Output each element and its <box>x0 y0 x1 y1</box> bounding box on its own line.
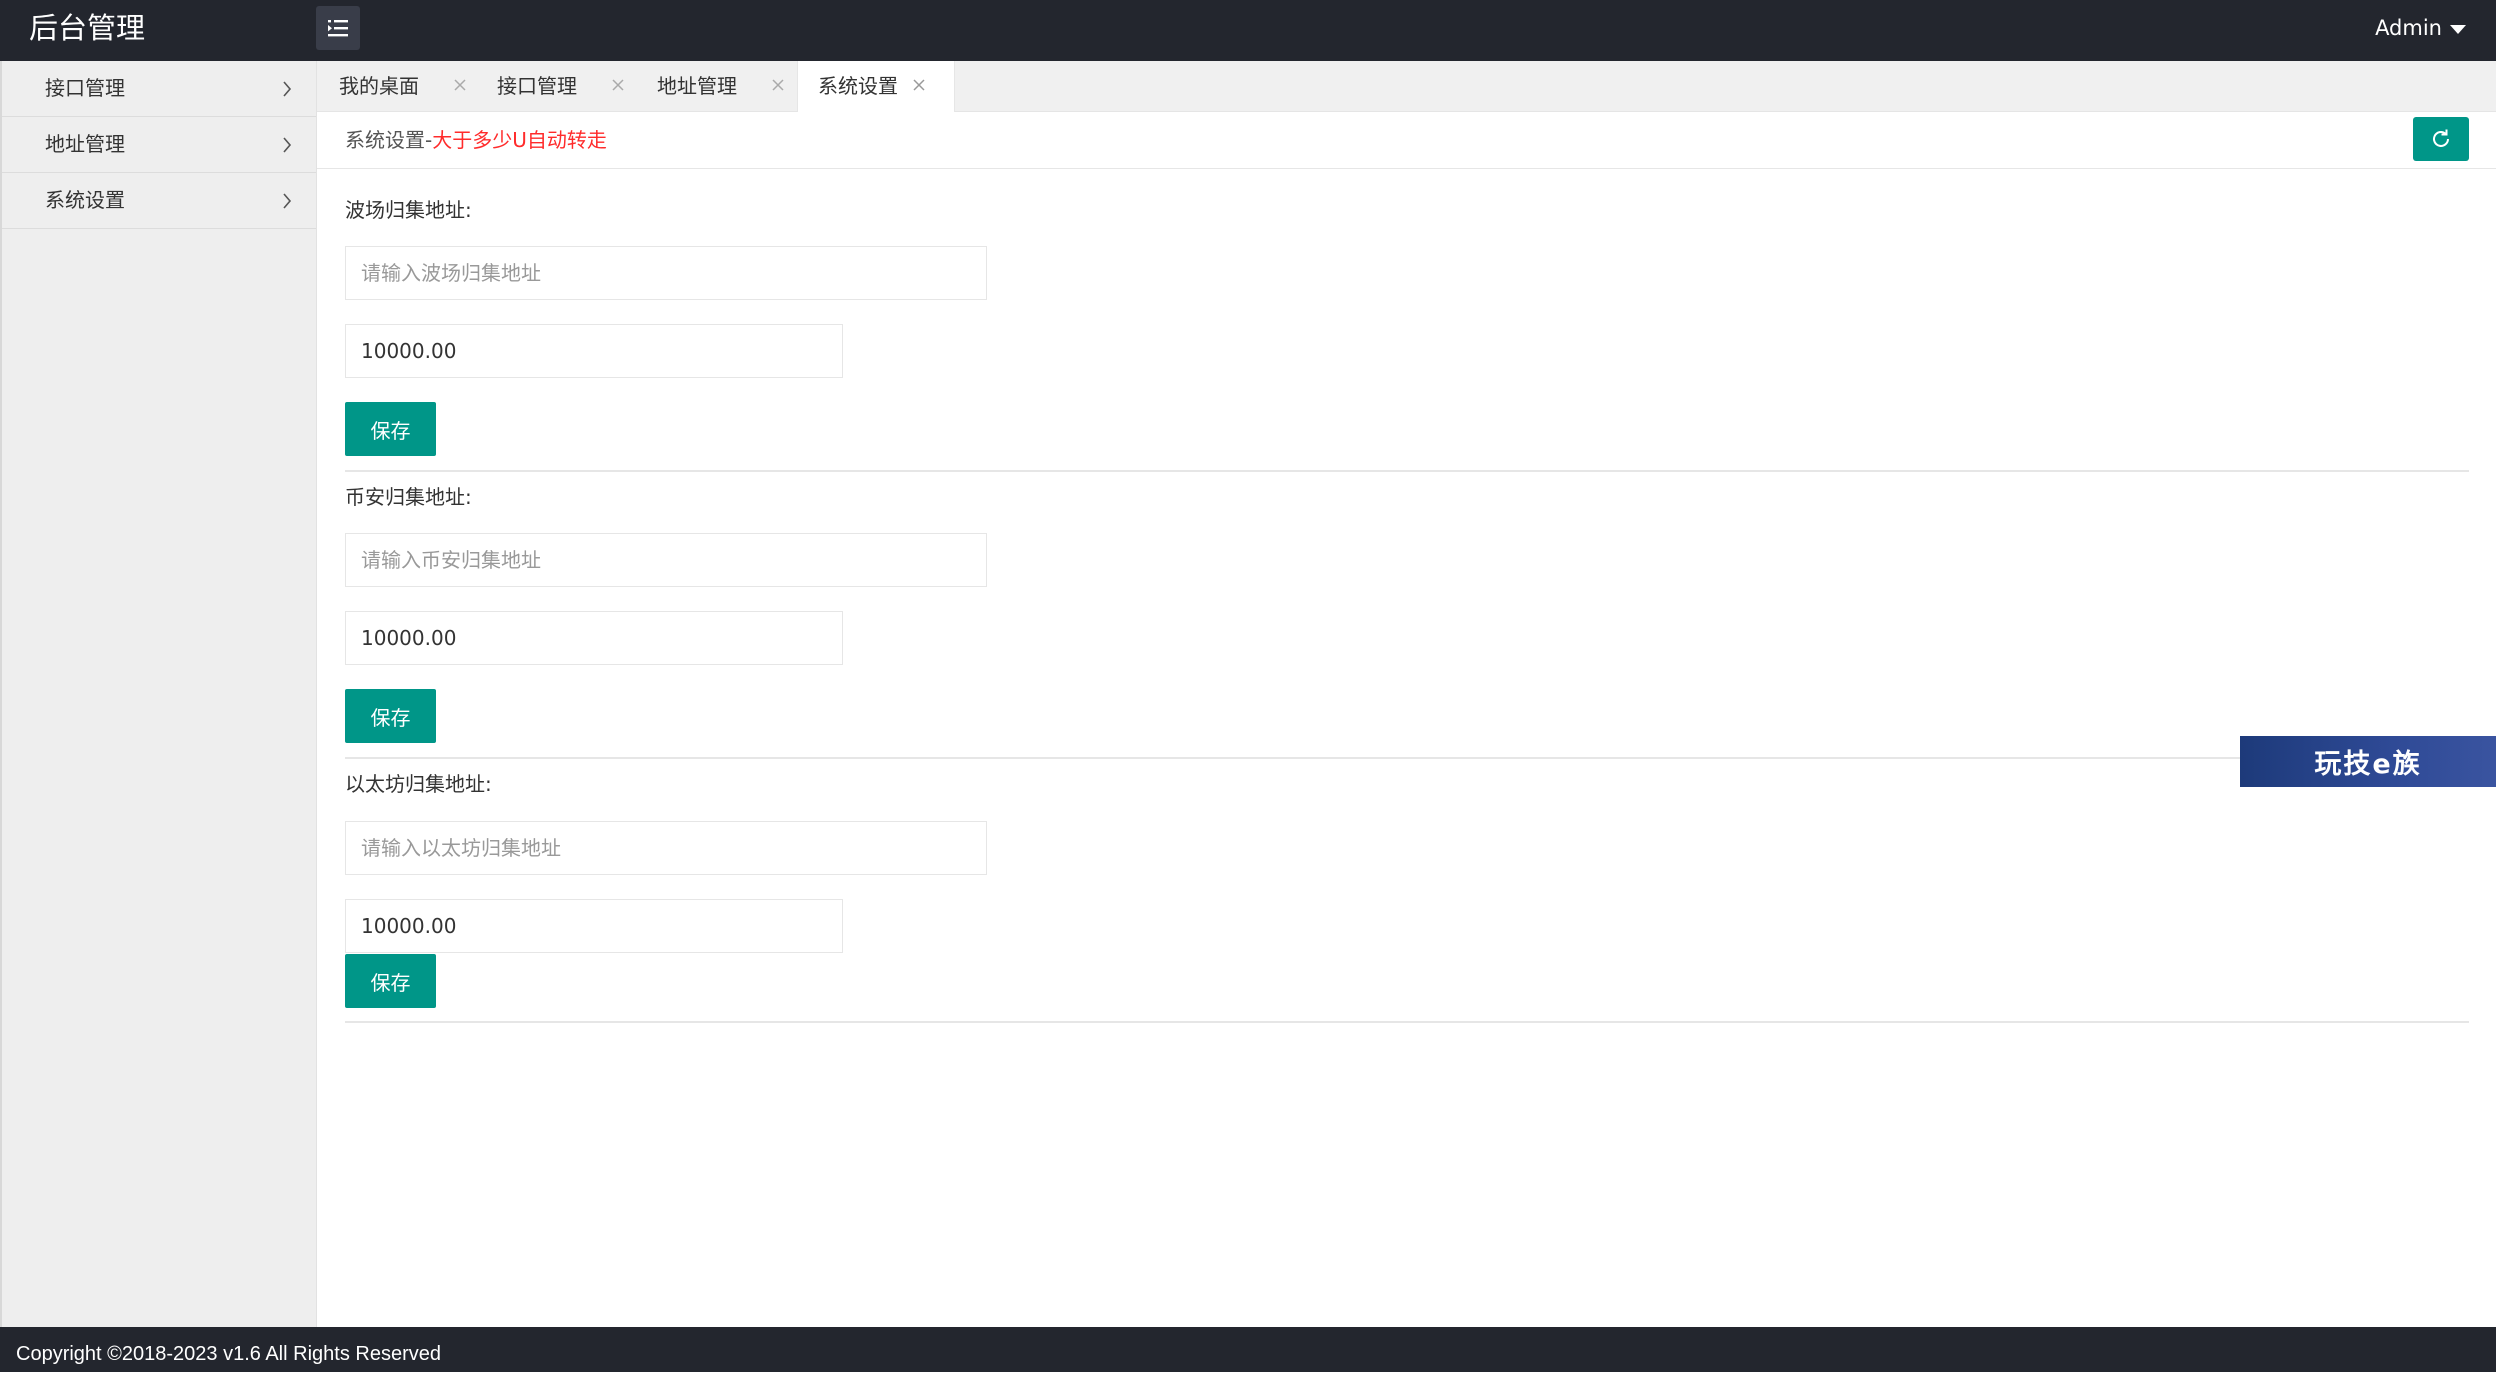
sidebar-item-address[interactable]: 地址管理 <box>2 117 316 173</box>
binance-amount-input[interactable] <box>345 611 843 665</box>
tab-label: 地址管理 <box>657 74 737 98</box>
section-divider <box>345 757 2469 759</box>
tab-desktop[interactable]: 我的桌面 <box>339 61 489 112</box>
caret-down-icon <box>2450 24 2466 34</box>
close-icon[interactable] <box>452 77 468 93</box>
section-divider <box>345 1021 2469 1023</box>
tron-address-input[interactable] <box>345 246 987 300</box>
watermark-badge[interactable]: 玩技e族 <box>2240 736 2496 787</box>
sidebar: 接口管理 地址管理 系统设置 <box>0 61 317 1327</box>
page-title-highlight: 大于多少U自动转走 <box>432 128 607 152</box>
binance-address-input[interactable] <box>345 533 987 587</box>
page-title-bar: 系统设置-大于多少U自动转走 <box>317 112 2496 169</box>
close-icon[interactable] <box>770 77 786 93</box>
tab-address[interactable]: 地址管理 <box>657 61 807 112</box>
badge-text: 玩技e族 <box>2314 749 2422 780</box>
footer: Copyright ©2018-2023 v1.6 All Rights Res… <box>0 1327 2496 1372</box>
binance-save-button[interactable]: 保存 <box>345 689 436 743</box>
sidebar-item-label: 系统设置 <box>45 188 125 212</box>
close-icon[interactable] <box>911 77 927 93</box>
tron-save-button[interactable]: 保存 <box>345 402 436 456</box>
page-title-prefix: 系统设置- <box>345 128 433 152</box>
tab-label: 接口管理 <box>497 74 577 98</box>
ethereum-save-button[interactable]: 保存 <box>345 954 436 1008</box>
menu-toggle-button[interactable] <box>316 6 360 50</box>
binance-address-label: 币安归集地址: <box>345 485 472 509</box>
sidebar-item-label: 接口管理 <box>45 76 125 100</box>
refresh-icon <box>2433 129 2449 147</box>
user-menu[interactable]: Admin <box>2375 14 2466 42</box>
tron-address-label: 波场归集地址: <box>345 198 472 222</box>
top-header: 后台管理 Admin <box>0 0 2496 61</box>
refresh-button[interactable] <box>2413 117 2469 161</box>
copyright-text: Copyright ©2018-2023 v1.6 All Rights Res… <box>16 1343 441 1365</box>
ethereum-amount-input[interactable] <box>345 899 843 953</box>
main-content: 系统设置-大于多少U自动转走 波场归集地址: 保存 币安归集地址: 保存 以太坊… <box>317 112 2496 1327</box>
indent-menu-icon <box>328 20 348 37</box>
section-divider <box>345 470 2469 472</box>
sidebar-item-settings[interactable]: 系统设置 <box>2 173 316 229</box>
tab-bar: 我的桌面 接口管理 地址管理 系统设置 <box>317 61 2496 113</box>
page-title: 系统设置-大于多少U自动转走 <box>345 126 607 154</box>
user-name: Admin <box>2375 16 2442 40</box>
brand-title: 后台管理 <box>29 11 146 45</box>
tab-label: 系统设置 <box>818 74 898 98</box>
chevron-right-icon <box>283 193 292 209</box>
chevron-right-icon <box>283 81 292 97</box>
tron-amount-input[interactable] <box>345 324 843 378</box>
sidebar-item-label: 地址管理 <box>45 132 125 156</box>
close-icon[interactable] <box>610 77 626 93</box>
chevron-right-icon <box>283 137 292 153</box>
tab-label: 我的桌面 <box>339 74 419 98</box>
ethereum-address-label: 以太坊归集地址: <box>345 772 492 796</box>
ethereum-address-input[interactable] <box>345 821 987 875</box>
tab-interface[interactable]: 接口管理 <box>497 61 647 112</box>
sidebar-item-interface[interactable]: 接口管理 <box>2 61 316 117</box>
tab-settings[interactable]: 系统设置 <box>797 61 955 113</box>
